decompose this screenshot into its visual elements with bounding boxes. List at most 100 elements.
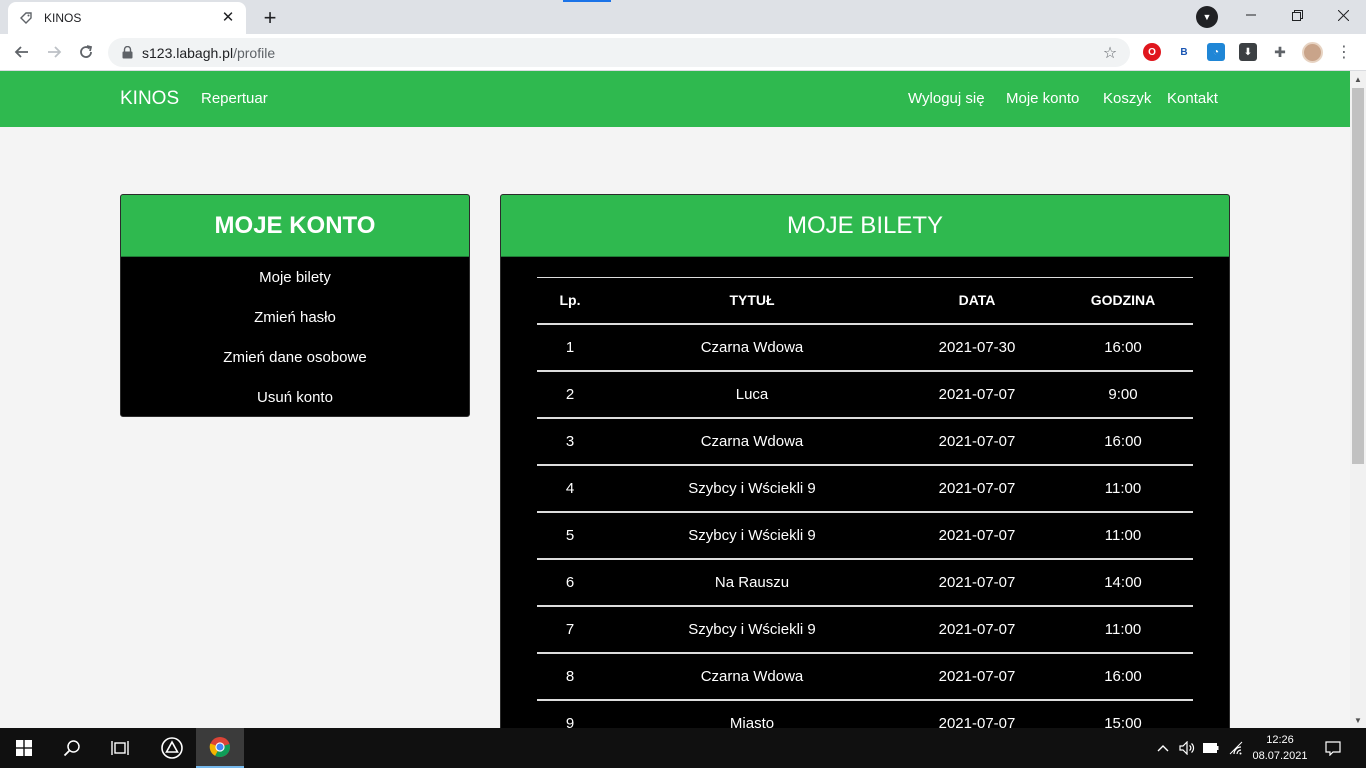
app-triangle-icon[interactable] [148,728,196,768]
minimize-icon[interactable] [1228,0,1274,30]
scroll-up-icon[interactable]: ▲ [1350,71,1366,87]
tab-close-icon[interactable]: ✕ [220,10,236,26]
menu-item-moje-bilety[interactable]: Moje bilety [121,257,469,297]
tray-chevron-up-icon[interactable] [1154,728,1172,768]
address-bar[interactable]: s123.labagh.pl/profile ☆ [108,38,1130,67]
url-text: s123.labagh.pl/profile [142,45,1096,61]
row-date: 2021-07-07 [901,511,1053,560]
column-header-lp: Lp. [537,277,603,325]
row-time: 11:00 [1053,511,1193,560]
table-row: 8 Czarna Wdowa 2021-07-07 16:00 [537,652,1193,701]
url-host: s123.labagh.pl [142,44,234,61]
volume-icon[interactable] [1177,728,1197,768]
tab-search-icon[interactable]: ▼ [1196,6,1218,28]
new-tab-button[interactable]: + [256,4,284,32]
windows-start-icon[interactable] [0,728,48,768]
nav-wyloguj[interactable]: Wyloguj się [908,90,985,107]
column-header-data: DATA [901,277,1053,325]
row-date: 2021-07-07 [901,464,1053,513]
table-header-row: Lp. TYTUŁ DATA GODZINA [537,277,1193,325]
notifications-icon[interactable] [1318,728,1348,768]
table-row: 5 Szybcy i Wściekli 9 2021-07-07 11:00 [537,511,1193,560]
row-date: 2021-07-30 [901,323,1053,372]
tickets-panel-title: MOJE BILETY [786,211,944,239]
account-panel-header: MOJE KONTO [121,195,469,257]
lock-icon [120,46,134,60]
opera-extension-icon[interactable]: O [1143,43,1161,61]
row-title: Czarna Wdowa [603,417,901,466]
clock-time: 12:26 [1266,734,1294,746]
taskbar-clock[interactable]: 12:26 08.07.2021 [1252,732,1308,764]
nav-repertuar[interactable]: Repertuar [201,90,268,107]
row-date: 2021-07-07 [901,605,1053,654]
clock-extension-icon[interactable]: ◔ [1207,43,1225,61]
account-panel: MOJE KONTO Moje bilety Zmień hasło Zmień… [120,194,470,417]
row-time: 15:00 [1053,699,1193,728]
b-extension-icon[interactable]: B [1175,43,1193,61]
nav-koszyk[interactable]: Koszyk [1103,90,1151,107]
forward-icon[interactable] [40,38,68,66]
site-brand[interactable]: KINOS [120,88,179,110]
url-path: /profile [233,44,276,61]
bookmark-star-icon[interactable]: ☆ [1096,43,1124,63]
row-title: Miasto [603,699,901,728]
menu-item-usun-konto[interactable]: Usuń konto [121,377,469,416]
scrollbar-thumb[interactable] [1352,88,1364,464]
table-row: 7 Szybcy i Wściekli 9 2021-07-07 11:00 [537,605,1193,654]
browser-tab-strip: KINOS ✕ + ▼ [0,0,1366,34]
row-title: Szybcy i Wściekli 9 [603,605,901,654]
table-row: 4 Szybcy i Wściekli 9 2021-07-07 11:00 [537,464,1193,513]
row-number: 8 [537,652,603,701]
row-time: 16:00 [1053,652,1193,701]
close-window-icon[interactable] [1320,0,1366,30]
table-row: 3 Czarna Wdowa 2021-07-07 16:00 [537,417,1193,466]
browser-menu-icon[interactable]: ⋮ [1332,40,1356,64]
column-header-godzina: GODZINA [1053,277,1193,325]
avatar[interactable] [1302,42,1323,63]
back-icon[interactable] [8,38,36,66]
row-number: 6 [537,558,603,607]
row-number: 7 [537,605,603,654]
row-time: 11:00 [1053,605,1193,654]
menu-item-zmien-haslo[interactable]: Zmień hasło [121,297,469,337]
column-header-tytul: TYTUŁ [603,277,901,325]
site-navbar: KINOS Repertuar Wyloguj się Moje konto K… [0,71,1350,127]
tickets-panel: MOJE BILETY Lp. TYTUŁ DATA GODZINA 1 Cza… [500,194,1230,728]
chrome-taskbar-icon[interactable] [196,728,244,768]
row-number: 3 [537,417,603,466]
tag-icon [18,10,34,26]
row-title: Luca [603,370,901,419]
tickets-table: Lp. TYTUŁ DATA GODZINA 1 Czarna Wdowa 20… [537,277,1193,728]
nav-kontakt[interactable]: Kontakt [1167,90,1218,107]
row-title: Czarna Wdowa [603,652,901,701]
scroll-down-icon[interactable]: ▼ [1350,712,1366,728]
battery-icon[interactable] [1201,728,1221,768]
row-number: 5 [537,511,603,560]
task-view-icon[interactable] [96,728,144,768]
row-date: 2021-07-07 [901,699,1053,728]
row-date: 2021-07-07 [901,652,1053,701]
row-date: 2021-07-07 [901,417,1053,466]
wifi-icon[interactable] [1226,728,1246,768]
row-time: 11:00 [1053,464,1193,513]
menu-item-zmien-dane[interactable]: Zmień dane osobowe [121,337,469,377]
row-number: 2 [537,370,603,419]
row-number: 9 [537,699,603,728]
row-date: 2021-07-07 [901,558,1053,607]
nav-moje-konto[interactable]: Moje konto [1006,90,1079,107]
loading-indicator [563,0,611,2]
row-time: 14:00 [1053,558,1193,607]
download-extension-icon[interactable]: ⬇ [1239,43,1257,61]
row-number: 1 [537,323,603,372]
restore-icon[interactable] [1274,0,1320,30]
table-row: 6 Na Rauszu 2021-07-07 14:00 [537,558,1193,607]
clock-date: 08.07.2021 [1252,750,1308,762]
search-icon[interactable] [48,728,96,768]
row-number: 4 [537,464,603,513]
row-title: Na Rauszu [603,558,901,607]
account-panel-title: MOJE KONTO [214,211,376,239]
page-scrollbar[interactable]: ▲ ▼ [1350,71,1366,728]
reload-icon[interactable] [72,38,100,66]
browser-tab[interactable]: KINOS ✕ [8,2,246,34]
puzzle-extensions-icon[interactable]: ✚ [1271,43,1289,61]
